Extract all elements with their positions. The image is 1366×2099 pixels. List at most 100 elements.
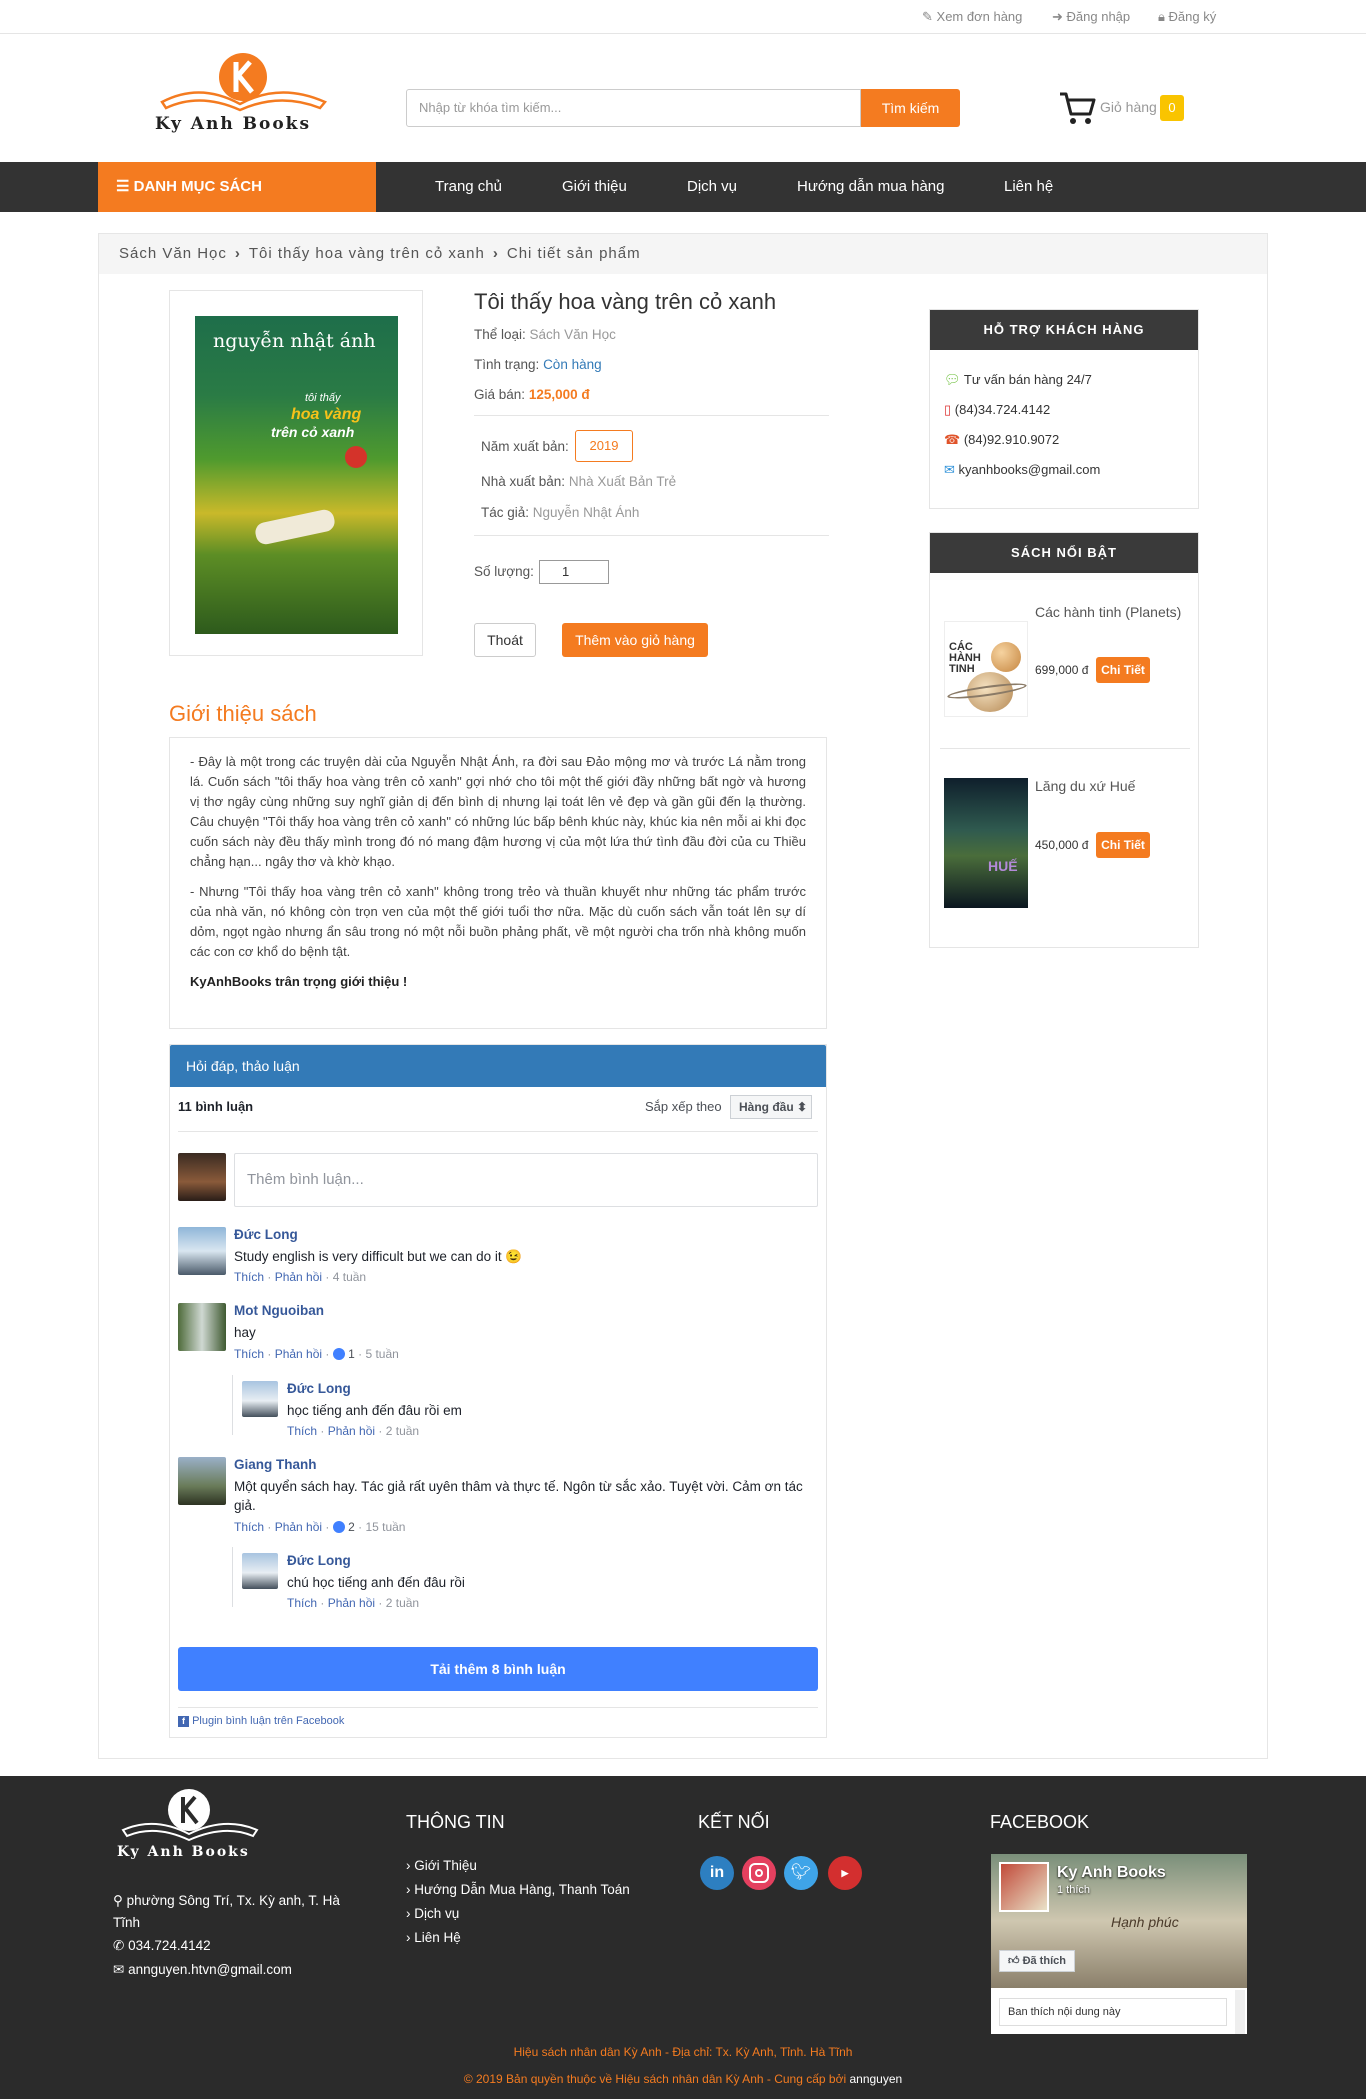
add-comment-input[interactable]: Thêm bình luận... [234,1153,818,1207]
facebook-page-widget[interactable]: Hạnh phúc Ky Anh Books 1 thích 👍︎ Đã thí… [991,1854,1247,2034]
nav-item-home[interactable]: Trang chủ [435,162,502,212]
linkedin-icon[interactable]: in [700,1856,734,1890]
like-link[interactable]: Thích [234,1270,264,1284]
add-to-cart-button[interactable]: Thêm vào giỏ hàng [562,623,708,657]
facebook-page-name[interactable]: Ky Anh Books [1057,1864,1166,1882]
footer-link-contact[interactable]: › Liên Hệ [406,1930,461,1945]
commenter-avatar[interactable] [242,1381,278,1417]
category-menu-label: DANH MỤC SÁCH [133,178,262,195]
exit-button[interactable]: Thoát [474,623,536,657]
support-item-phone1[interactable]: ▯ (84)34.724.4142 [944,402,1050,418]
like-link[interactable]: Thích [234,1520,264,1534]
product-price: Giá bán: 125,000 đ [474,387,590,402]
youtube-icon[interactable]: ▶ [828,1856,862,1890]
featured-title: SÁCH NỔI BẬT [930,533,1198,573]
load-more-comments-button[interactable]: Tải thêm 8 bình luận [178,1647,818,1691]
footer-connect-title: KẾT NỐI [698,1812,770,1832]
footer-logo-text: Ky Anh Books [117,1844,250,1860]
facebook-plugin-link[interactable]: f Plugin bình luận trên Facebook [178,1715,344,1727]
like-link[interactable]: Thích [287,1424,317,1438]
cart-button[interactable]: Giỏ hàng 0 [1058,88,1188,128]
main-content: Sách Văn Học › Tôi thấy hoa vàng trên cỏ x… [98,233,1268,1759]
footer-link-services[interactable]: › Dịch vụ [406,1906,459,1921]
reply-link[interactable]: Phản hồi [328,1424,375,1438]
planet-graphic [991,642,1021,672]
commenter-avatar[interactable] [178,1303,226,1351]
quantity-input[interactable]: 1 [539,560,609,584]
search-input[interactable]: Nhập từ khóa tìm kiếm... [406,89,861,127]
chevron-right-icon: › [406,1858,411,1873]
menu-icon: ☰ [116,178,130,195]
divider [474,535,829,536]
intro-heading: Giới thiệu sách [169,701,317,726]
comment-actions: Thích · Phản hồi · 1 · 5 tuần [234,1347,399,1361]
product-cover-frame: nguyễn nhật ánh tôi thấy hoa vàng trên c… [169,290,423,656]
featured-book-cover[interactable]: CÁC HÀNH TINH [944,621,1028,717]
twitter-icon[interactable]: 🐦︎ [784,1856,818,1890]
featured-book-cover[interactable]: HUẾ [944,778,1028,908]
intro-signature: KyAnhBooks trân trọng giới thiệu ! [190,974,408,989]
nav-item-about[interactable]: Giới thiệu [562,162,627,212]
comment-text: hay [234,1325,256,1340]
reply-link[interactable]: Phản hồi [275,1520,322,1534]
product-year-label: Năm xuất bản: [481,439,569,454]
commenter-name[interactable]: Đức Long [287,1553,351,1568]
view-orders-link[interactable]: ✎ Xem đơn hàng [922,9,1022,25]
commenter-avatar[interactable] [178,1227,226,1275]
comment-text: học tiếng anh đến đâu rồi em [287,1403,462,1418]
nav-item-contact[interactable]: Liên hệ [1004,162,1053,212]
product-publisher: Nhà xuất bản: Nhà Xuất Bản Trẻ [481,474,677,489]
breadcrumb-item-current: Chi tiết sản phẩm [506,245,641,262]
footer-address-line: Hiệu sách nhân dân Kỳ Anh - Địa chỉ: Tx.… [513,2045,853,2059]
footer-link-about[interactable]: › Giới Thiệu [406,1858,477,1873]
commenter-name[interactable]: Đức Long [234,1227,298,1242]
scrollbar[interactable] [1235,1990,1245,2034]
footer: Ky Anh Books ⚲ phường Sông Trí, Tx. Kỳ a… [0,1776,1366,2099]
facebook-liked-button[interactable]: 👍︎ Đã thích [999,1950,1075,1972]
search-button[interactable]: Tìm kiếm [861,89,960,127]
commenter-name[interactable]: Mot Nguoiban [234,1303,324,1318]
cover-text: HUẾ [988,858,1018,874]
featured-detail-button[interactable]: Chi Tiết [1096,657,1150,683]
mobile-icon: ▯ [944,402,952,417]
featured-book-title[interactable]: Các hành tinh (Planets) [1035,603,1185,621]
like-link[interactable]: Thích [287,1596,317,1610]
login-label: Đăng nhập [1066,9,1131,24]
support-item-phone2[interactable]: ☎ (84)92.910.9072 [944,432,1059,448]
like-link[interactable]: Thích [234,1347,264,1361]
featured-book-price: 699,000 đ [1035,663,1089,677]
featured-detail-button[interactable]: Chi Tiết [1096,832,1150,858]
site-logo[interactable]: Ky Anh Books [150,52,340,142]
register-link[interactable]: 🔒︎ Đăng ký [1158,9,1216,25]
commenter-avatar[interactable] [242,1553,278,1589]
cover-title-line1: tôi thấy [305,392,341,404]
commenter-name[interactable]: Đức Long [287,1381,351,1396]
featured-book-title[interactable]: Lăng du xứ Huế [1035,778,1185,794]
login-link[interactable]: ➜ Đăng nhập [1052,9,1130,25]
reply-link[interactable]: Phản hồi [328,1596,375,1610]
footer-link-guide[interactable]: › Hướng Dẫn Mua Hàng, Thanh Toán [406,1882,630,1897]
reply-link[interactable]: Phản hồi [275,1347,322,1361]
intro-paragraph-1: - Đây là một trong các truyện dài của Ng… [190,754,806,869]
commenter-name[interactable]: Giang Thanh [234,1457,317,1472]
support-item-email[interactable]: ✉ kyanhbooks@gmail.com [944,462,1100,478]
nav-item-guide[interactable]: Hướng dẫn mua hàng [797,162,944,212]
footer-logo[interactable]: Ky Anh Books [115,1788,265,1868]
chevron-right-icon: › [406,1882,411,1897]
breadcrumb-item-product[interactable]: Tôi thấy hoa vàng trên cỏ xanh [249,245,485,262]
comment-actions: Thích · Phản hồi · 2 · 15 tuần [234,1520,406,1534]
reply-link[interactable]: Phản hồi [275,1270,322,1284]
footer-email: ✉ annguyen.htvn@gmail.com [113,1962,292,1977]
product-cover-image[interactable]: nguyễn nhật ánh tôi thấy hoa vàng trên c… [195,316,398,634]
facebook-comment-input[interactable]: Ban thích nội dung này [999,1998,1227,2026]
commenter-avatar[interactable] [178,1457,226,1505]
support-box: HỖ TRỢ KHÁCH HÀNG 💬︎ Tư vấn bán hàng 24/… [929,309,1199,509]
breadcrumb-item-category[interactable]: Sách Văn Học [119,245,227,262]
category-menu-button[interactable]: ☰ DANH MỤC SÁCH [98,162,376,212]
instagram-icon[interactable] [742,1856,776,1890]
nav-item-services[interactable]: Dịch vụ [687,162,737,212]
chevron-right-icon: › [492,245,499,262]
sort-select[interactable]: Hàng đầu ⬍ [730,1095,812,1119]
top-bar: ✎ Xem đơn hàng ➜ Đăng nhập 🔒︎ Đăng ký [0,0,1366,34]
comments-header: Hỏi đáp, thảo luận [170,1045,826,1087]
